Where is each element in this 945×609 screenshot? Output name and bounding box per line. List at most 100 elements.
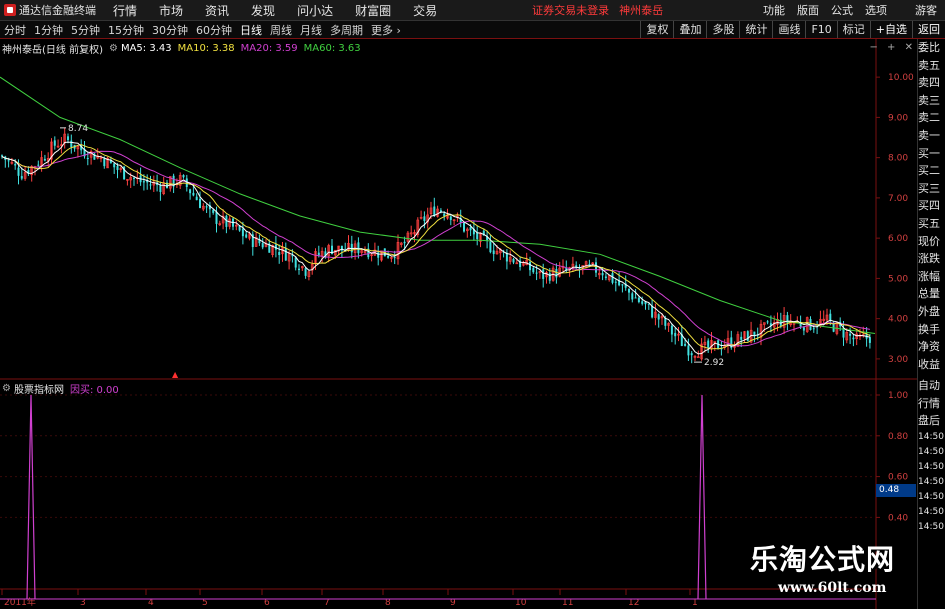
f10-button[interactable]: F10	[805, 21, 836, 38]
period-5min[interactable]: 5分钟	[67, 22, 104, 38]
candle-body	[377, 252, 380, 258]
indicator-gear-icon[interactable]: ⚙	[2, 383, 11, 394]
candle-body	[192, 192, 195, 196]
candle-body	[20, 176, 23, 179]
tick-times: 14:50 14:50 14:50 14:50 14:50 14:50 14:50	[918, 430, 945, 535]
period-multi[interactable]: 多周期	[326, 22, 367, 38]
watermark: 乐淘公式网 www.60lt.com	[720, 532, 917, 609]
side-tabs: 自动 行情 盘后	[918, 377, 945, 430]
candle-body	[142, 181, 145, 183]
menu-layout[interactable]: 版面	[791, 2, 825, 18]
candle-body	[651, 305, 654, 318]
candle-body	[159, 185, 162, 193]
candle-body	[70, 140, 73, 148]
candle-body	[463, 222, 465, 232]
candle-body	[690, 353, 693, 356]
menu-quotes[interactable]: 行情	[102, 2, 148, 19]
candle-body	[199, 198, 201, 208]
close-icon[interactable]: ✕	[905, 42, 913, 53]
candle-body	[529, 261, 531, 271]
period-weekly[interactable]: 周线	[266, 22, 296, 38]
period-more[interactable]: 更多 ›	[367, 22, 405, 38]
chart-grid	[0, 39, 917, 609]
indicator-tick-label: 1.00	[888, 391, 908, 401]
menu-news[interactable]: 资讯	[194, 2, 240, 19]
candle-body	[595, 262, 597, 273]
multi-stock-button[interactable]: 多股	[706, 21, 739, 38]
quote-field-label: 买三	[918, 181, 940, 195]
candle-body	[403, 241, 406, 244]
mark-button[interactable]: 标记	[836, 21, 870, 38]
side-tab[interactable]: 自动	[918, 377, 945, 395]
overlay-button[interactable]: 叠加	[673, 21, 706, 38]
candle-body	[423, 216, 426, 222]
price-tick-label: 4.00	[888, 315, 908, 325]
draw-line-button[interactable]: 画线	[772, 21, 805, 38]
side-tab[interactable]: 盘后	[918, 412, 945, 430]
period-daily[interactable]: 日线	[236, 22, 266, 38]
notice-stock-name: 神州泰岳	[619, 4, 664, 17]
zoom-in-icon[interactable]: +	[887, 42, 895, 53]
kline-chart-area[interactable]: 10.00 9.00 8.00 7.00 6.00 5.00 4.00 3.00 1.00 0.…	[0, 39, 917, 609]
candle-body	[512, 258, 515, 263]
menu-formula[interactable]: 公式	[825, 2, 859, 18]
candle-body	[212, 209, 215, 213]
menu-discover[interactable]: 发现	[240, 2, 286, 19]
quote-field-label: 卖四	[918, 76, 940, 90]
menu-options[interactable]: 选项	[859, 2, 893, 18]
settings-gear-icon[interactable]: ⚙	[109, 43, 118, 54]
quote-field-label: 收益	[918, 357, 940, 371]
quote-field-label: 卖三	[918, 93, 940, 107]
indicator-axis: 1.00 0.80 0.60 0.40	[0, 391, 908, 523]
add-watchlist-button[interactable]: +自选	[869, 21, 912, 38]
menu-function[interactable]: 功能	[757, 2, 791, 18]
price-tick-label: 8.00	[888, 154, 908, 164]
quote-field-label: 换手	[918, 322, 940, 336]
candle-body	[476, 232, 479, 240]
guest-login[interactable]: 游客	[915, 2, 945, 18]
period-15min[interactable]: 15分钟	[104, 22, 148, 38]
candle-body	[614, 281, 617, 283]
menu-bar: 通达信金融终端 行情 市场 资讯 发现 问小达 财富圈 交易 证券交易未登录 神…	[0, 0, 945, 21]
candle-body	[852, 337, 855, 340]
statistics-button[interactable]: 统计	[739, 21, 772, 38]
price-tick-label: 6.00	[888, 234, 908, 244]
period-intraday[interactable]: 分时	[0, 22, 30, 38]
candlesticks	[1, 127, 871, 364]
candle-body	[113, 163, 116, 168]
period-monthly[interactable]: 月线	[296, 22, 326, 38]
chart-title[interactable]: 神州泰岳(日线 前复权)	[2, 41, 103, 56]
chart-controls: − + ✕	[863, 42, 913, 53]
period-30min[interactable]: 30分钟	[148, 22, 192, 38]
candle-body	[449, 216, 452, 220]
quote-field-label: 外盘	[918, 304, 940, 318]
menu-ask[interactable]: 问小达	[286, 2, 344, 19]
back-button[interactable]: 返回	[912, 21, 945, 38]
menu-trade[interactable]: 交易	[402, 2, 448, 19]
quote-field-label: 卖二	[918, 111, 940, 125]
candle-body	[555, 269, 558, 278]
indicator-spike	[26, 394, 36, 600]
candle-body	[284, 247, 287, 261]
candle-body	[588, 263, 591, 265]
period-60min[interactable]: 60分钟	[192, 22, 236, 38]
login-notice[interactable]: 证券交易未登录	[532, 2, 609, 18]
quote-field-label: 净资	[918, 340, 940, 354]
menu-wealth[interactable]: 财富圈	[344, 2, 402, 19]
candle-body	[103, 158, 106, 167]
candle-body	[469, 227, 472, 231]
menu-market[interactable]: 市场	[148, 2, 194, 19]
candle-body	[621, 284, 624, 286]
candle-body	[766, 321, 769, 323]
candle-body	[802, 327, 805, 331]
app-title: 通达信金融终端	[19, 4, 96, 17]
side-tab[interactable]: 行情	[918, 395, 945, 413]
adjust-button[interactable]: 复权	[640, 21, 673, 38]
quote-field-label: 委比	[918, 41, 940, 54]
ma60-line	[0, 76, 876, 334]
zoom-out-icon[interactable]: −	[869, 42, 877, 53]
indicator-name[interactable]: 股票指标网	[14, 381, 64, 396]
candle-body	[601, 273, 604, 276]
period-1min[interactable]: 1分钟	[30, 22, 67, 38]
candle-body	[868, 337, 871, 343]
